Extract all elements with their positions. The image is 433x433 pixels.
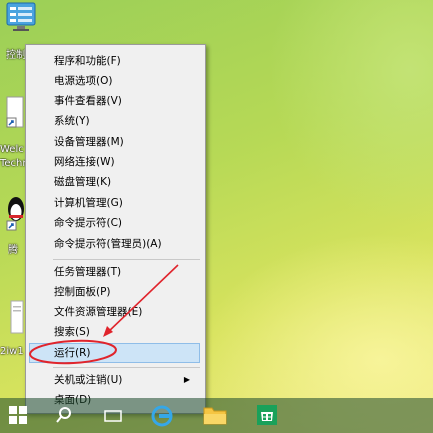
menu-item-label: 控制面板(P) — [54, 286, 111, 298]
submenu-arrow-icon: ▶ — [183, 375, 190, 384]
menu-item-label: 电源选项(O) — [54, 75, 113, 87]
search-icon[interactable] — [56, 406, 72, 424]
task-view-icon[interactable] — [103, 408, 123, 422]
desktop-icon-qq[interactable]: 腾 — [2, 195, 27, 257]
menu-separator — [53, 367, 200, 368]
control-panel-icon — [6, 2, 36, 32]
menu-item-label: 磁盘管理(K) — [54, 176, 112, 188]
menu-item-label: 系统(Y) — [54, 115, 90, 127]
menu-item-device-manager[interactable]: 设备管理器(M) — [29, 132, 200, 152]
start-icon[interactable] — [8, 405, 28, 425]
menu-item-label: 搜索(S) — [54, 326, 90, 338]
menu-item-label: 任务管理器(T) — [54, 266, 122, 278]
menu-item-label: 事件查看器(V) — [54, 95, 122, 107]
menu-item-computer-management[interactable]: 计算机管理(G) — [29, 193, 200, 213]
menu-item-network-connections[interactable]: 网络连接(W) — [29, 152, 200, 172]
menu-item-command-prompt[interactable]: 命令提示符(C) — [29, 213, 200, 233]
taskbar — [0, 398, 433, 433]
document-shortcut-icon — [6, 96, 24, 130]
file-shortcut-icon — [10, 300, 24, 334]
menu-item-system[interactable]: 系统(Y) — [29, 111, 200, 131]
file-explorer-icon[interactable] — [202, 404, 228, 426]
menu-item-label: 运行(R) — [54, 347, 91, 359]
qq-shortcut-icon — [6, 195, 26, 231]
menu-item-file-explorer[interactable]: 文件资源管理器(E) — [29, 302, 200, 322]
menu-item-disk-management[interactable]: 磁盘管理(K) — [29, 172, 200, 192]
menu-item-control-panel[interactable]: 控制面板(P) — [29, 282, 200, 302]
menu-item-task-manager[interactable]: 任务管理器(T) — [29, 262, 200, 282]
menu-item-programs-features[interactable]: 程序和功能(F) — [29, 51, 200, 71]
menu-item-label: 关机或注销(U) — [54, 374, 123, 386]
menu-item-label: 命令提示符(管理员)(A) — [54, 238, 162, 250]
desktop-icon-welcome[interactable]: Welc Techr — [0, 94, 25, 176]
desktop-icon-file[interactable]: 2iw1 — [0, 300, 25, 360]
desktop-icon-label: Welc — [0, 144, 24, 155]
menu-item-run[interactable]: 运行(R) — [29, 343, 200, 363]
store-icon[interactable] — [256, 404, 278, 426]
win-x-context-menu: 程序和功能(F) 电源选项(O) 事件查看器(V) 系统(Y) 设备管理器(M)… — [25, 44, 206, 414]
menu-item-event-viewer[interactable]: 事件查看器(V) — [29, 91, 200, 111]
desktop-icon-label: 2iw1 — [0, 346, 24, 357]
menu-item-search[interactable]: 搜索(S) — [29, 322, 200, 342]
menu-item-label: 计算机管理(G) — [54, 197, 123, 209]
menu-item-shutdown-signout[interactable]: 关机或注销(U) ▶ — [29, 370, 200, 390]
desktop-icon-label-line2: Techr — [0, 158, 25, 169]
menu-item-label: 设备管理器(M) — [54, 136, 124, 148]
menu-item-label: 命令提示符(C) — [54, 217, 123, 229]
menu-item-label: 文件资源管理器(E) — [54, 306, 143, 318]
browser-icon[interactable] — [151, 405, 173, 427]
menu-item-label: 程序和功能(F) — [54, 55, 121, 67]
menu-separator — [53, 259, 200, 260]
menu-item-label: 网络连接(W) — [54, 156, 115, 168]
menu-item-power-options[interactable]: 电源选项(O) — [29, 71, 200, 91]
menu-item-command-prompt-admin[interactable]: 命令提示符(管理员)(A) — [29, 234, 200, 254]
